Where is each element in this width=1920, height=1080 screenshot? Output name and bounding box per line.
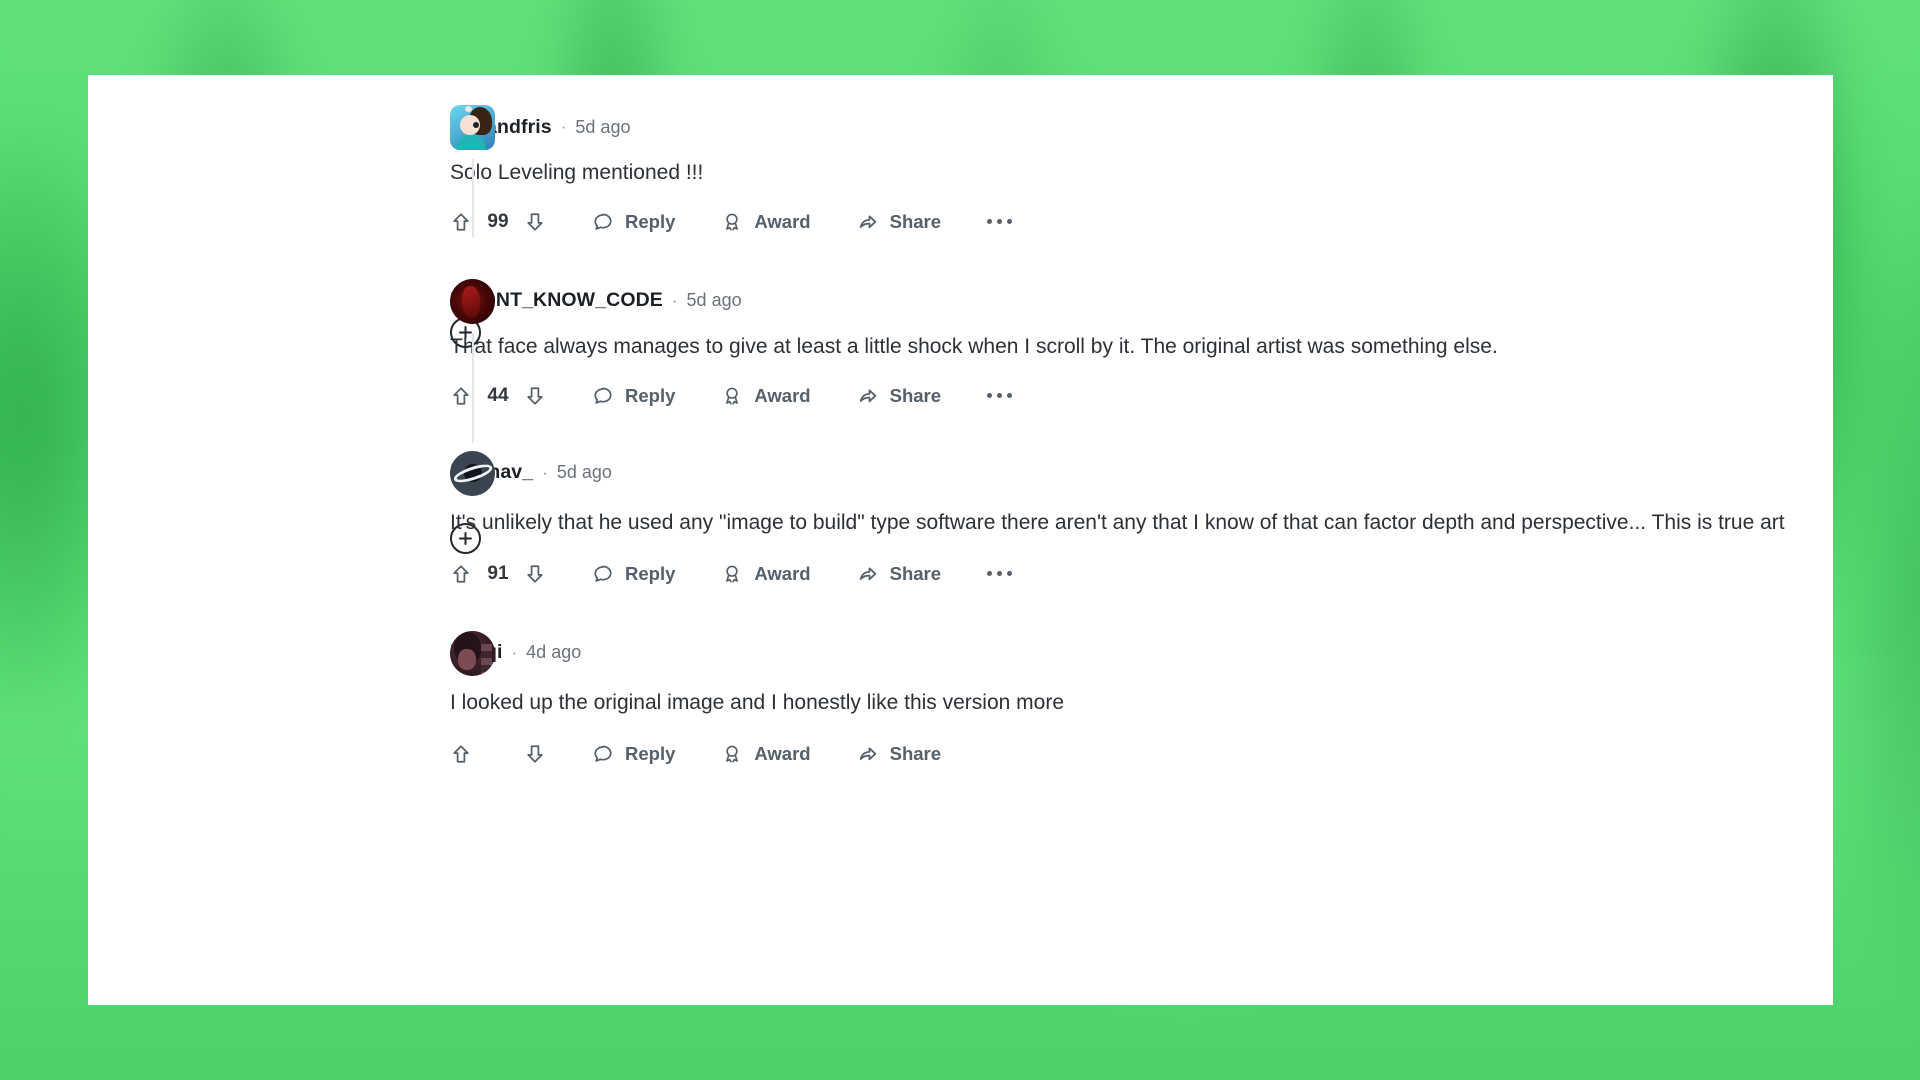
award-button[interactable]: Award (721, 742, 811, 765)
reply-label: Reply (625, 562, 676, 584)
comment-header: Thoandfris · 5d ago (450, 105, 1833, 149)
speech-bubble-icon (592, 563, 614, 585)
upvote-button[interactable] (450, 385, 472, 407)
comment-body: I looked up the original image and I hon… (450, 690, 1065, 714)
share-button[interactable]: Share (857, 385, 941, 407)
award-label: Award (754, 384, 811, 406)
award-button[interactable]: Award (721, 562, 811, 585)
comment-age: 5d ago (575, 116, 631, 137)
comment-body: That face always manages to give at leas… (450, 334, 1498, 358)
upvote-button[interactable] (450, 211, 472, 233)
comment-actions: 99 Reply Award Share (450, 195, 1833, 348)
comment-item: Parthav_ · 5d ago It's unlikely that he … (88, 423, 1833, 601)
downvote-button[interactable] (524, 743, 546, 765)
award-ribbon-icon (721, 743, 743, 765)
award-button[interactable]: Award (721, 384, 811, 407)
award-ribbon-icon (721, 563, 743, 585)
award-label: Award (754, 742, 811, 764)
award-label: Award (754, 210, 811, 232)
vote-count: 99 (487, 210, 509, 232)
more-options-icon[interactable] (987, 393, 1013, 399)
comment-header: Parthav_ · 5d ago (450, 451, 1833, 495)
comment-actions: 91 Reply Award Share (450, 547, 1833, 601)
comments-card: Thoandfris · 5d ago Solo Leveling mentio… (88, 75, 1833, 1005)
avatar-thoandfris[interactable] (450, 105, 495, 150)
comment-header: Luaqi · 4d ago (450, 631, 1833, 675)
comments-list: Thoandfris · 5d ago Solo Leveling mentio… (88, 75, 1833, 781)
separator-dot: · (671, 290, 678, 310)
share-label: Share (889, 742, 942, 764)
share-arrow-icon (857, 563, 879, 585)
separator-dot: · (511, 642, 518, 662)
share-arrow-icon (857, 743, 879, 765)
separator-dot: · (542, 462, 548, 482)
downvote-button[interactable] (524, 385, 546, 407)
downvote-button[interactable] (524, 563, 546, 585)
award-ribbon-icon (721, 211, 743, 233)
separator-dot: · (560, 117, 567, 136)
comment-age: 5d ago (686, 290, 742, 311)
comment-item: Thoandfris · 5d ago Solo Leveling mentio… (88, 75, 1833, 348)
share-arrow-icon (857, 385, 879, 407)
vote-group (450, 743, 546, 765)
downvote-button[interactable] (524, 211, 546, 233)
reply-label: Reply (625, 384, 676, 406)
comment-actions: Reply Award Share (450, 727, 1833, 781)
comment-age: 4d ago (526, 642, 582, 663)
vote-count: 44 (487, 384, 509, 406)
reply-label: Reply (625, 210, 676, 232)
comment-body: Solo Leveling mentioned !!! (450, 161, 704, 184)
share-label: Share (889, 210, 942, 232)
award-label: Award (754, 562, 811, 584)
reply-button[interactable]: Reply (592, 743, 675, 765)
vote-group: 44 (450, 385, 546, 407)
share-button[interactable]: Share (857, 743, 941, 765)
vote-count: 91 (487, 562, 509, 584)
speech-bubble-icon (592, 211, 614, 233)
more-options-icon[interactable] (987, 571, 1013, 577)
thread-line (472, 159, 474, 237)
award-ribbon-icon (721, 385, 743, 407)
avatar-parthav[interactable] (450, 450, 495, 496)
comment-age: 5d ago (556, 462, 612, 483)
share-button[interactable]: Share (857, 563, 941, 585)
speech-bubble-icon (592, 385, 614, 407)
comment-header: I_DONT_KNOW_CODE · 5d ago (450, 279, 1833, 323)
reply-button[interactable]: Reply (592, 385, 675, 407)
comment-body: It's unlikely that he used any "image to… (450, 510, 1785, 534)
upvote-button[interactable] (450, 563, 472, 585)
more-options-icon[interactable] (987, 219, 1013, 225)
vote-group: 91 (450, 563, 546, 585)
reply-button[interactable]: Reply (592, 563, 675, 585)
award-button[interactable]: Award (721, 210, 811, 233)
share-label: Share (889, 562, 942, 584)
reply-label: Reply (625, 742, 676, 764)
avatar-luaqi[interactable] (450, 630, 495, 676)
comment-actions: 44 Reply Award Share (450, 369, 1833, 554)
share-label: Share (889, 384, 942, 406)
upvote-button[interactable] (450, 743, 472, 765)
speech-bubble-icon (592, 743, 614, 765)
vote-group: 99 (450, 211, 546, 233)
comment-item: Luaqi · 4d ago I looked up the original … (88, 601, 1833, 781)
share-button[interactable]: Share (857, 211, 941, 233)
comment-item: I_DONT_KNOW_CODE · 5d ago That face alwa… (88, 249, 1833, 554)
avatar-i-dont-know-code[interactable] (450, 278, 495, 324)
share-arrow-icon (857, 211, 879, 233)
reply-button[interactable]: Reply (592, 211, 675, 233)
